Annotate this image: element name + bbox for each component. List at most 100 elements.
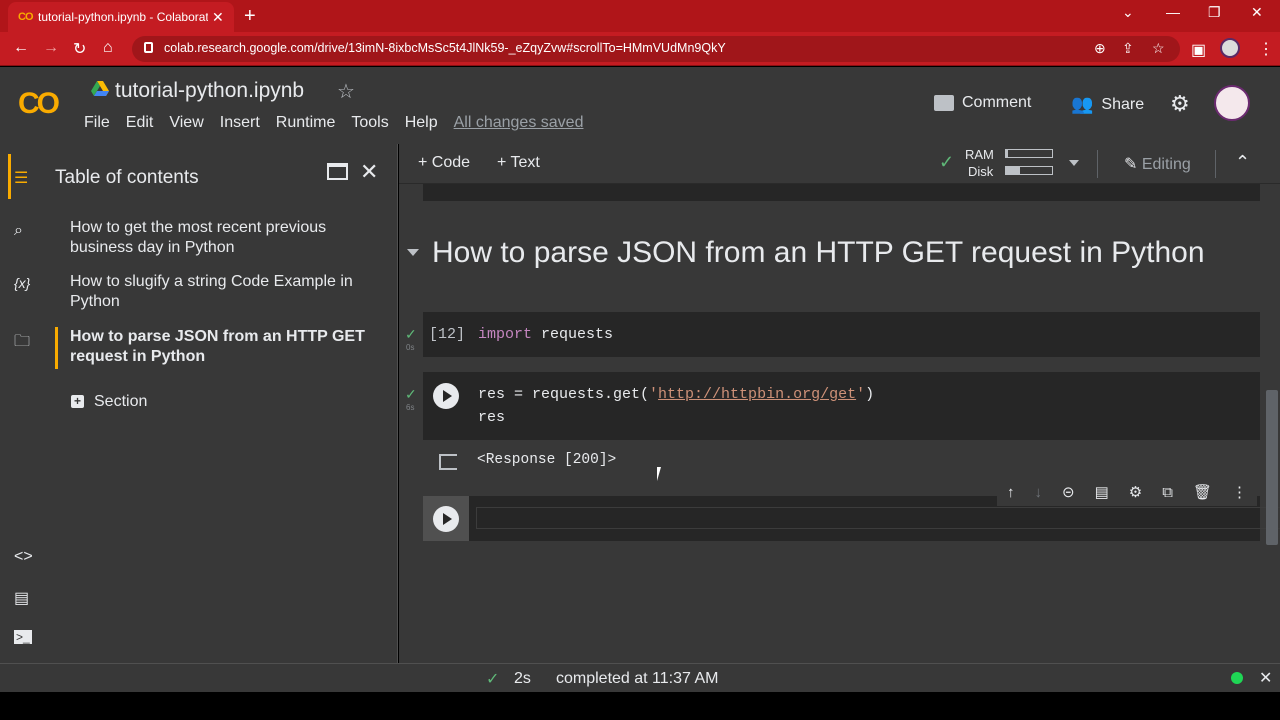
code-snippets-icon[interactable]: <> <box>14 548 33 566</box>
code-cell[interactable]: [12] import requests <box>423 312 1260 357</box>
add-section-icon[interactable]: + <box>71 395 84 408</box>
notebook-toolbar: + Code + Text ✓ RAM Disk ✎ Editing ⌃ <box>399 144 1280 184</box>
new-tab-icon[interactable]: + <box>244 5 256 28</box>
open-in-tab-icon[interactable] <box>327 163 348 180</box>
collapse-section-icon[interactable] <box>407 249 419 256</box>
terminal-icon[interactable]: >_ <box>14 630 32 644</box>
zoom-icon[interactable]: ⊕ <box>1094 40 1106 57</box>
share-button[interactable]: 👥 Share <box>1071 94 1144 115</box>
save-status-link[interactable]: All changes saved <box>454 114 584 132</box>
code-line[interactable]: import requests <box>478 326 613 343</box>
side-panel-icon[interactable]: ▣ <box>1191 40 1206 60</box>
address-bar[interactable]: colab.research.google.com/drive/13imN-8i… <box>132 36 1180 62</box>
more-options-icon[interactable]: ⋮ <box>1232 483 1247 501</box>
search-icon[interactable]: ⌕ <box>14 222 23 240</box>
toc-active-indicator <box>55 327 58 369</box>
comment-cell-icon[interactable]: ▤ <box>1095 483 1109 501</box>
output-actions-icon[interactable] <box>439 454 457 470</box>
share-page-icon[interactable]: ⇪ <box>1122 40 1134 57</box>
cell-settings-icon[interactable]: ⚙ <box>1129 483 1142 501</box>
ram-label: RAM <box>965 147 994 162</box>
disk-meter[interactable] <box>1005 166 1053 175</box>
resources-dropdown-icon[interactable] <box>1069 160 1079 166</box>
bookmark-star-icon[interactable]: ☆ <box>1152 40 1165 57</box>
star-icon[interactable]: ☆ <box>337 79 355 104</box>
exec-count: [12] <box>429 326 466 343</box>
toc-item-active[interactable]: How to parse JSON from an HTTP GET reque… <box>70 327 370 367</box>
close-status-icon[interactable]: ✕ <box>1259 668 1272 688</box>
menu-runtime[interactable]: Runtime <box>276 114 336 132</box>
menu-view[interactable]: View <box>169 114 203 132</box>
code-line[interactable]: res <box>478 409 505 426</box>
browser-tabstrip: CO tutorial-python.ipynb - Colaborat ✕ +… <box>0 0 1280 32</box>
menu-insert[interactable]: Insert <box>220 114 260 132</box>
cell-success-icon: ✓ <box>405 326 417 342</box>
cell-exec-time: 6s <box>406 403 415 412</box>
back-icon[interactable]: ← <box>13 39 29 57</box>
run-cell-button[interactable] <box>433 506 459 532</box>
home-icon[interactable]: ⌂ <box>103 39 113 57</box>
status-bar: ✓ 2s completed at 11:37 AM ✕ <box>0 663 1280 692</box>
colab-logo[interactable]: CO <box>18 87 60 121</box>
status-message[interactable]: completed at 11:37 AM <box>556 670 718 688</box>
browser-menu-icon[interactable]: ⋮ <box>1258 39 1274 59</box>
menu-file[interactable]: File <box>84 114 110 132</box>
forward-icon[interactable]: → <box>43 39 59 57</box>
code-cell[interactable]: res = requests.get('http://httpbin.org/g… <box>423 372 1260 440</box>
move-up-icon[interactable]: ↑ <box>1007 484 1015 501</box>
code-string-quote: ' <box>649 386 659 403</box>
comment-button[interactable]: Comment <box>934 94 1031 112</box>
window-close-icon[interactable]: ✕ <box>1251 4 1263 21</box>
add-text-button[interactable]: + Text <box>497 154 540 172</box>
tab-search-icon[interactable]: ⌄ <box>1122 4 1134 21</box>
close-panel-icon[interactable]: ✕ <box>360 159 378 185</box>
ram-meter[interactable] <box>1005 149 1053 158</box>
move-down-icon[interactable]: ↓ <box>1035 484 1043 501</box>
toc-list-icon[interactable]: ☰ <box>14 168 28 188</box>
code-url-link[interactable]: http://httpbin.org/get <box>658 386 856 403</box>
google-drive-icon[interactable] <box>91 81 109 97</box>
colab-header: CO tutorial-python.ipynb ☆ File Edit Vie… <box>0 67 1280 144</box>
notebook-scrollbar[interactable] <box>1266 390 1278 545</box>
variables-icon[interactable]: {x} <box>14 275 30 291</box>
reload-icon[interactable]: ↻ <box>73 39 86 59</box>
comment-icon <box>934 95 954 111</box>
pencil-icon: ✎ <box>1124 156 1138 173</box>
add-section-label[interactable]: Section <box>94 393 147 411</box>
toc-item[interactable]: How to get the most recent previous busi… <box>70 218 370 258</box>
disk-label: Disk <box>968 164 994 179</box>
toc-item[interactable]: How to slugify a string Code Example in … <box>70 272 370 312</box>
ram-meter-fill <box>1006 150 1009 157</box>
account-avatar[interactable] <box>1214 85 1250 121</box>
comment-label: Comment <box>962 94 1032 111</box>
minimize-icon[interactable]: — <box>1166 4 1180 20</box>
people-icon: 👥 <box>1071 94 1094 114</box>
collapse-header-icon[interactable]: ⌃ <box>1235 152 1250 173</box>
mirror-cell-icon[interactable]: ⧉ <box>1162 484 1173 501</box>
run-cell-button[interactable] <box>433 383 459 409</box>
menu-edit[interactable]: Edit <box>126 114 154 132</box>
menu-help[interactable]: Help <box>405 114 438 132</box>
connected-check-icon: ✓ <box>939 152 955 172</box>
cell-exec-time: 0s <box>406 343 415 352</box>
command-palette-icon[interactable]: ▤ <box>14 588 29 608</box>
menu-tools[interactable]: Tools <box>351 114 388 132</box>
code-line[interactable]: res = requests.get('http://httpbin.org/g… <box>478 386 874 403</box>
toolbar-divider <box>1215 150 1216 178</box>
browser-tab[interactable]: CO tutorial-python.ipynb - Colaborat ✕ <box>8 2 234 32</box>
delete-cell-icon[interactable]: 🗑 <box>1193 483 1212 501</box>
add-code-button[interactable]: + Code <box>418 154 470 172</box>
link-icon[interactable]: ⊝ <box>1062 483 1075 501</box>
browser-toolbar: ← → ↻ ⌂ colab.research.google.com/drive/… <box>0 32 1280 66</box>
restore-icon[interactable]: ❐ <box>1208 4 1221 21</box>
lock-icon <box>144 42 153 53</box>
code-editor-input[interactable] <box>476 507 1280 529</box>
notebook-title[interactable]: tutorial-python.ipynb <box>115 79 304 103</box>
folder-icon[interactable]: 🗀 <box>14 330 30 357</box>
browser-profile-avatar[interactable] <box>1220 38 1240 58</box>
close-tab-icon[interactable]: ✕ <box>212 9 224 26</box>
mouse-cursor <box>657 467 661 481</box>
disk-meter-fill <box>1006 167 1020 174</box>
settings-gear-icon[interactable]: ⚙ <box>1170 91 1190 117</box>
editing-mode-button[interactable]: ✎ Editing <box>1124 154 1191 174</box>
